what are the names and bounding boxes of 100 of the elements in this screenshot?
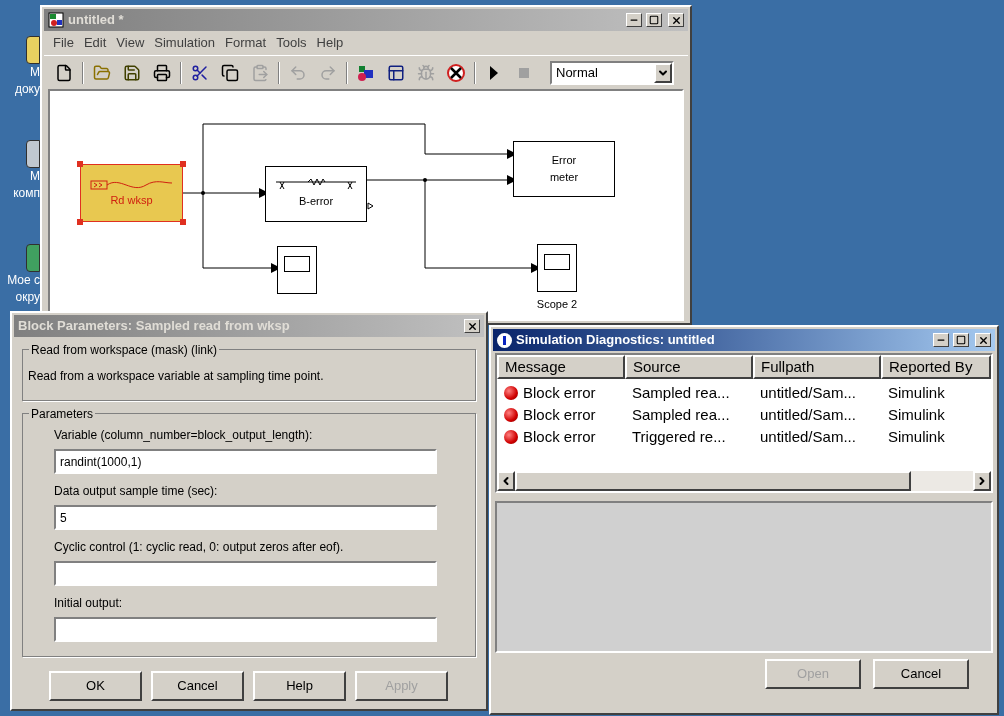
maximize-icon — [649, 15, 659, 25]
build-icon — [446, 62, 466, 83]
menu-item[interactable]: Simulation — [149, 33, 220, 53]
column-header[interactable]: Message — [497, 355, 625, 379]
parameter-field[interactable]: 5 — [54, 505, 437, 530]
field-label: Data output sample time (sec): — [54, 483, 219, 500]
selection-handle[interactable] — [77, 161, 83, 167]
close-icon — [670, 14, 682, 26]
horizontal-scrollbar[interactable] — [497, 471, 991, 491]
close-button[interactable] — [668, 13, 684, 27]
dialog-button[interactable]: Help — [253, 671, 346, 701]
column-header[interactable]: Reported By — [881, 355, 991, 379]
branch-point — [201, 191, 205, 195]
subsystem-block[interactable]: B-error — [265, 166, 367, 222]
info-icon — [497, 332, 512, 348]
dialog-button[interactable]: Cancel — [873, 659, 969, 689]
diagnostic-row[interactable]: Block error Sampled rea... untitled/Sam... Simulink — [497, 404, 991, 426]
paste-icon — [251, 63, 269, 82]
diagnostic-row[interactable]: Block error Sampled rea... untitled/Sam... Simulink — [497, 382, 991, 404]
table-cell-text: Sampled rea... — [632, 382, 730, 403]
menu-item[interactable]: File — [48, 33, 79, 53]
block-description: Read from a workspace variable at sampling time point. — [28, 368, 325, 385]
scissors-icon — [191, 63, 209, 82]
block-label: Rd wksp — [110, 192, 153, 208]
table-cell-text: Sampled rea... — [632, 404, 730, 425]
table-cell-text: Simulink — [888, 382, 945, 403]
desktop-icon[interactable] — [26, 36, 40, 64]
scrollbar-thumb[interactable] — [515, 471, 911, 491]
parameter-field[interactable] — [54, 617, 437, 642]
bug-icon — [417, 63, 435, 82]
close-icon — [977, 334, 989, 346]
dropdown-button[interactable] — [654, 62, 672, 83]
close-icon — [466, 320, 478, 332]
block-label: B-error — [298, 193, 334, 209]
menu-item[interactable]: Format — [220, 33, 272, 53]
parameter-field[interactable] — [54, 561, 437, 586]
meter-block[interactable]: Error meter — [513, 141, 615, 197]
branch-point — [423, 178, 427, 182]
table-cell-text: Block error — [523, 382, 596, 403]
printer-icon — [153, 63, 171, 82]
column-header[interactable]: Fullpath — [753, 355, 881, 379]
simulation-mode-dropdown[interactable]: Normal — [550, 60, 674, 85]
menu-item[interactable]: Help — [311, 33, 349, 53]
desktop-icon-label: М — [30, 64, 40, 81]
minimize-button[interactable] — [626, 13, 642, 27]
desktop-icon-label: Мое с — [7, 272, 40, 289]
stop-icon — [519, 67, 529, 78]
play-icon — [489, 64, 499, 81]
error-icon — [504, 386, 518, 400]
table-cell-text: Simulink — [888, 404, 945, 425]
window-title: Block Parameters: Sampled read from wksp — [18, 317, 291, 336]
error-icon — [504, 430, 518, 444]
parameter-field[interactable]: randint(1000,1) — [54, 449, 437, 474]
panel-icon — [387, 63, 405, 82]
selection-handle[interactable] — [77, 219, 83, 225]
block-label: Scope 2 — [535, 297, 579, 312]
window-title: untitled * — [68, 11, 125, 30]
menu-item[interactable]: View — [111, 33, 150, 53]
scope-block[interactable] — [277, 246, 317, 294]
copy-icon — [221, 63, 239, 82]
desktop-icon-label: доку — [14, 81, 40, 98]
block-label: Error meter — [548, 153, 580, 185]
window-title: Simulation Diagnostics: untitled — [516, 331, 716, 350]
column-header[interactable]: Source — [625, 355, 753, 379]
redo-icon — [319, 63, 337, 82]
desktop-icon-label: комп — [13, 185, 40, 202]
selection-handle[interactable] — [180, 161, 186, 167]
table-cell-text: Block error — [523, 426, 596, 447]
save-icon — [123, 63, 141, 82]
desktop-icon[interactable] — [26, 140, 40, 168]
scope-screen-icon — [544, 254, 570, 270]
selection-handle[interactable] — [180, 219, 186, 225]
folder-icon — [93, 63, 111, 82]
diagnostic-row[interactable]: Block error Triggered re... untitled/Sam... Simulink — [497, 426, 991, 448]
signal-source-icon — [89, 177, 174, 192]
dialog-button[interactable]: OK — [49, 671, 142, 701]
maximize-icon — [956, 335, 966, 345]
scope-block[interactable] — [537, 244, 577, 292]
minimize-button[interactable] — [933, 333, 949, 347]
maximize-button[interactable] — [953, 333, 969, 347]
close-button[interactable] — [464, 319, 480, 333]
dialog-button[interactable]: Cancel — [151, 671, 244, 701]
field-label: Initial output: — [54, 595, 124, 612]
table-cell-text: Triggered re... — [632, 426, 726, 447]
desktop-icon[interactable] — [26, 244, 40, 272]
error-icon — [504, 408, 518, 422]
menu-item[interactable]: Edit — [78, 33, 112, 53]
app-icon — [48, 12, 64, 28]
close-button[interactable] — [975, 333, 991, 347]
field-label: Variable (column_number=block_output_length): — [54, 427, 314, 444]
maximize-button[interactable] — [646, 13, 662, 27]
table-cell-text: Simulink — [888, 426, 945, 447]
field-label: Cyclic control (1: cyclic read, 0: output zeros after eof). — [54, 539, 345, 556]
menu-item[interactable]: Tools — [271, 33, 312, 53]
new-file-icon — [55, 63, 73, 82]
scope-screen-icon — [284, 256, 310, 272]
table-cell-text: untitled/Sam... — [760, 404, 856, 425]
table-cell-text: untitled/Sam... — [760, 382, 856, 403]
undo-icon — [289, 63, 307, 82]
table-cell-text: Block error — [523, 404, 596, 425]
